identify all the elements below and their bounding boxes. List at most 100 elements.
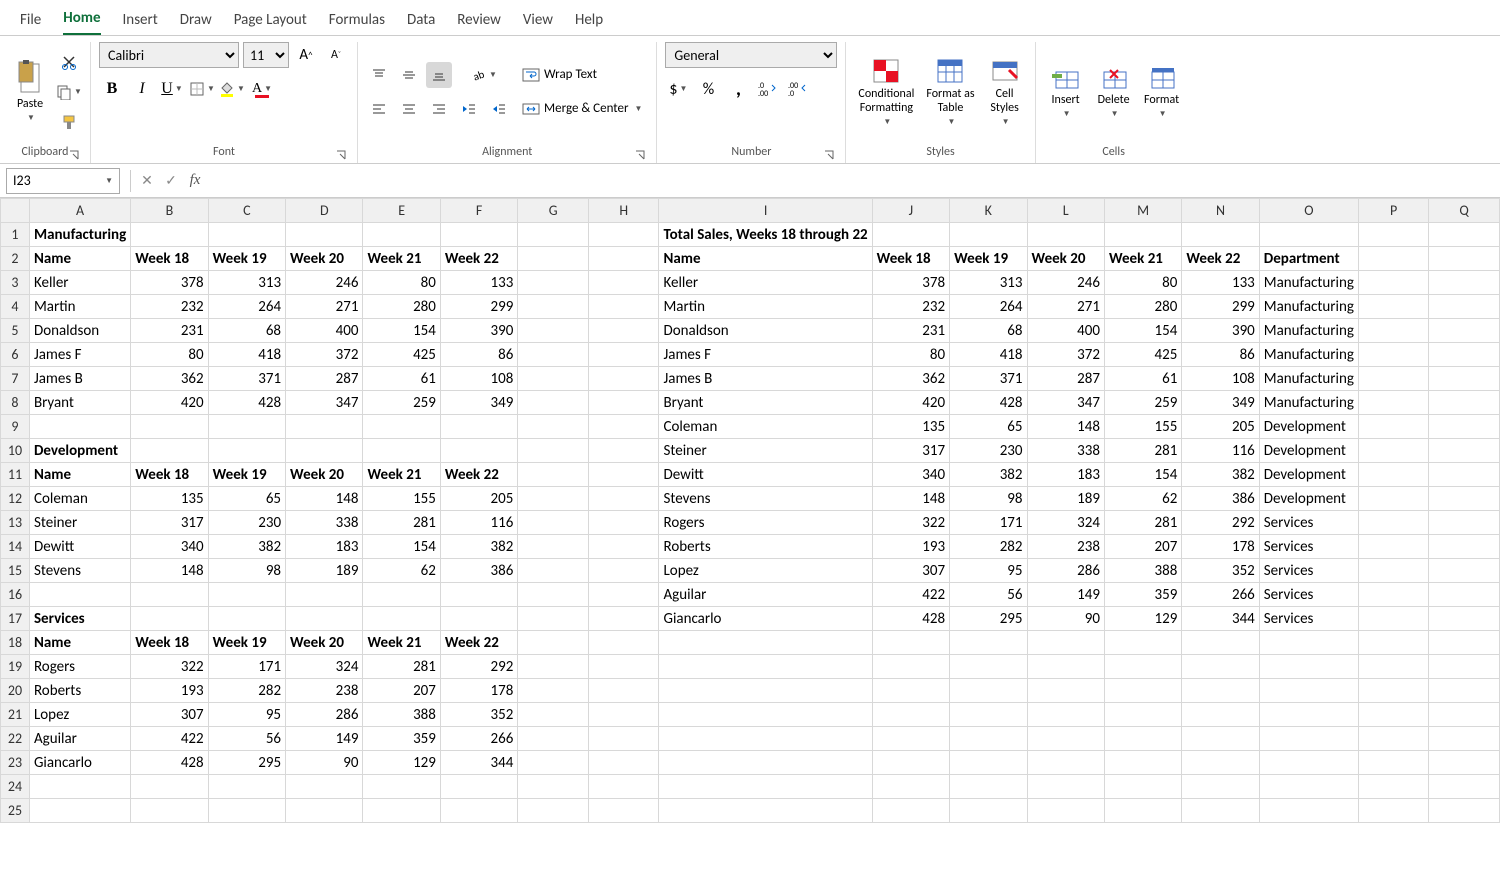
cell[interactable] [588,631,659,655]
cell[interactable]: Week 20 [286,463,363,487]
cell[interactable]: 347 [1027,391,1104,415]
cell[interactable]: 292 [1182,511,1259,535]
cell[interactable]: 425 [1104,343,1181,367]
cell[interactable] [588,415,659,439]
cell[interactable] [1182,727,1259,751]
cell[interactable]: 271 [286,295,363,319]
cell[interactable] [950,223,1027,247]
cell[interactable] [1429,343,1500,367]
cell[interactable]: Manufacturing [1259,367,1358,391]
cell[interactable] [131,439,208,463]
cell[interactable]: James F [29,343,130,367]
dialog-launcher-icon[interactable] [68,149,80,161]
cell[interactable] [1259,223,1358,247]
cell[interactable] [208,775,285,799]
cell[interactable] [1182,631,1259,655]
row-header[interactable]: 3 [1,271,30,295]
cell[interactable]: 62 [1104,487,1181,511]
tab-home[interactable]: Home [63,9,100,35]
cell[interactable]: 307 [131,703,208,727]
cell[interactable] [1182,703,1259,727]
cell[interactable]: 178 [1182,535,1259,559]
cell[interactable]: Services [1259,511,1358,535]
cell[interactable] [1429,751,1500,775]
cell[interactable] [208,583,285,607]
cell[interactable]: 292 [440,655,517,679]
cell[interactable] [518,583,589,607]
cell[interactable] [518,751,589,775]
cell[interactable] [518,703,589,727]
cell[interactable]: 282 [950,535,1027,559]
dialog-launcher-icon[interactable] [634,149,646,161]
cell[interactable] [1358,247,1428,271]
cell[interactable] [950,655,1027,679]
cell[interactable]: 80 [872,343,949,367]
cell[interactable]: 65 [208,487,285,511]
column-header[interactable]: F [440,199,517,223]
cell[interactable]: Week 19 [208,247,285,271]
cell[interactable]: 286 [1027,559,1104,583]
cell[interactable]: 371 [950,367,1027,391]
cell[interactable] [1104,655,1181,679]
row-header[interactable]: 23 [1,751,30,775]
cell[interactable] [286,223,363,247]
cell[interactable]: 108 [1182,367,1259,391]
cell[interactable]: 129 [363,751,440,775]
cell[interactable]: 148 [872,487,949,511]
cell[interactable] [1182,751,1259,775]
cell[interactable] [1429,295,1500,319]
cell[interactable]: 264 [950,295,1027,319]
cell[interactable] [286,439,363,463]
cell[interactable]: 382 [950,463,1027,487]
comma-format-button[interactable]: , [725,76,751,102]
increase-font-button[interactable]: A^ [293,42,319,68]
cell[interactable] [1358,463,1428,487]
row-header[interactable]: 6 [1,343,30,367]
font-color-button[interactable]: A▼ [249,76,275,102]
cell[interactable]: 68 [208,319,285,343]
cell[interactable]: 95 [208,703,285,727]
column-header[interactable]: G [518,199,589,223]
cell[interactable] [440,223,517,247]
cell[interactable]: Roberts [29,679,130,703]
cell[interactable] [518,679,589,703]
row-header[interactable]: 7 [1,367,30,391]
cell[interactable] [29,415,130,439]
align-right-button[interactable] [426,96,452,122]
cell[interactable]: Manufacturing [1259,391,1358,415]
column-header[interactable]: B [131,199,208,223]
cell[interactable] [1259,775,1358,799]
cell[interactable]: 428 [208,391,285,415]
delete-cells-button[interactable]: Delete▼ [1092,62,1136,121]
cell[interactable]: 352 [1182,559,1259,583]
cell[interactable] [1182,799,1259,823]
cell[interactable]: 135 [872,415,949,439]
cell[interactable]: 378 [131,271,208,295]
cell[interactable] [1358,799,1428,823]
insert-function-button[interactable]: fx [183,169,207,193]
cell[interactable]: Coleman [29,487,130,511]
cell[interactable]: 359 [363,727,440,751]
cell[interactable] [518,247,589,271]
cell[interactable] [1358,631,1428,655]
cell[interactable]: 359 [1104,583,1181,607]
cell[interactable] [1358,391,1428,415]
cell[interactable] [1182,775,1259,799]
cell[interactable] [131,415,208,439]
cell[interactable]: Manufacturing [29,223,130,247]
cell[interactable] [1104,775,1181,799]
cell[interactable]: Services [1259,583,1358,607]
cell[interactable]: 420 [872,391,949,415]
cell[interactable] [286,583,363,607]
cell[interactable]: Lopez [659,559,872,583]
cell[interactable] [872,679,949,703]
cell[interactable]: 98 [950,487,1027,511]
cell[interactable] [588,319,659,343]
cell[interactable] [1429,583,1500,607]
cell[interactable]: Services [1259,607,1358,631]
cell[interactable]: Week 22 [1182,247,1259,271]
number-format-select[interactable]: General [665,42,837,68]
cell[interactable] [950,799,1027,823]
accounting-format-button[interactable]: $▼ [665,76,691,102]
row-header[interactable]: 15 [1,559,30,583]
